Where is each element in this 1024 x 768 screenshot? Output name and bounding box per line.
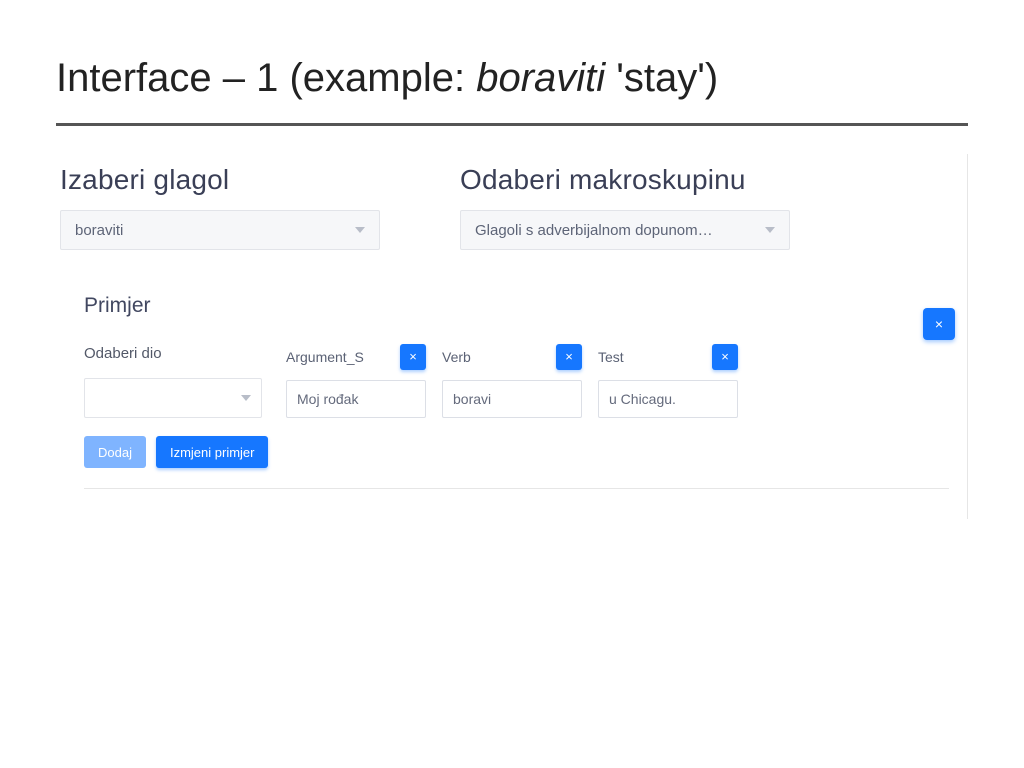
piece-label: Argument_S [286, 349, 364, 365]
piece-input-test[interactable] [598, 380, 738, 418]
verb-heading: Izaberi glagol [60, 164, 380, 196]
remove-piece-button[interactable]: × [712, 344, 738, 370]
verb-select-value: boraviti [75, 222, 123, 239]
slide-title-italic: boraviti [476, 56, 605, 100]
remove-piece-button[interactable]: × [556, 344, 582, 370]
edit-example-button[interactable]: Izmjeni primjer [156, 436, 269, 468]
macro-heading: Odaberi makroskupinu [460, 164, 790, 196]
example-heading: Primjer [84, 294, 949, 318]
macro-select[interactable]: Glagoli s adverbijalnom dopunom… [460, 210, 790, 250]
piece-input-verb[interactable] [442, 380, 582, 418]
piece-input-argument-s[interactable] [286, 380, 426, 418]
piece-label: Test [598, 349, 624, 365]
add-button[interactable]: Dodaj [84, 436, 146, 468]
caret-down-icon [355, 227, 365, 233]
verb-select[interactable]: boraviti [60, 210, 380, 250]
slide-title: Interface – 1 (example: boraviti 'stay') [56, 56, 968, 101]
piece-label: Verb [442, 349, 471, 365]
remove-piece-button[interactable]: × [400, 344, 426, 370]
piece-argument-s: Argument_S × [286, 344, 426, 418]
app-panel: Izaberi glagol boraviti Odaberi makrosku… [56, 154, 968, 519]
piece-verb: Verb × [442, 344, 582, 418]
part-select[interactable] [84, 378, 262, 418]
section-divider [84, 488, 949, 489]
title-underline [56, 123, 968, 126]
slide-title-pre: Interface – 1 (example: [56, 56, 476, 100]
caret-down-icon [241, 395, 251, 401]
caret-down-icon [765, 227, 775, 233]
remove-example-button[interactable]: × [923, 308, 955, 340]
macro-select-value: Glagoli s adverbijalnom dopunom… [475, 222, 713, 239]
slide-title-post: 'stay') [605, 56, 718, 100]
odaberi-dio-label: Odaberi dio [84, 345, 262, 362]
piece-test: Test × [598, 344, 738, 418]
